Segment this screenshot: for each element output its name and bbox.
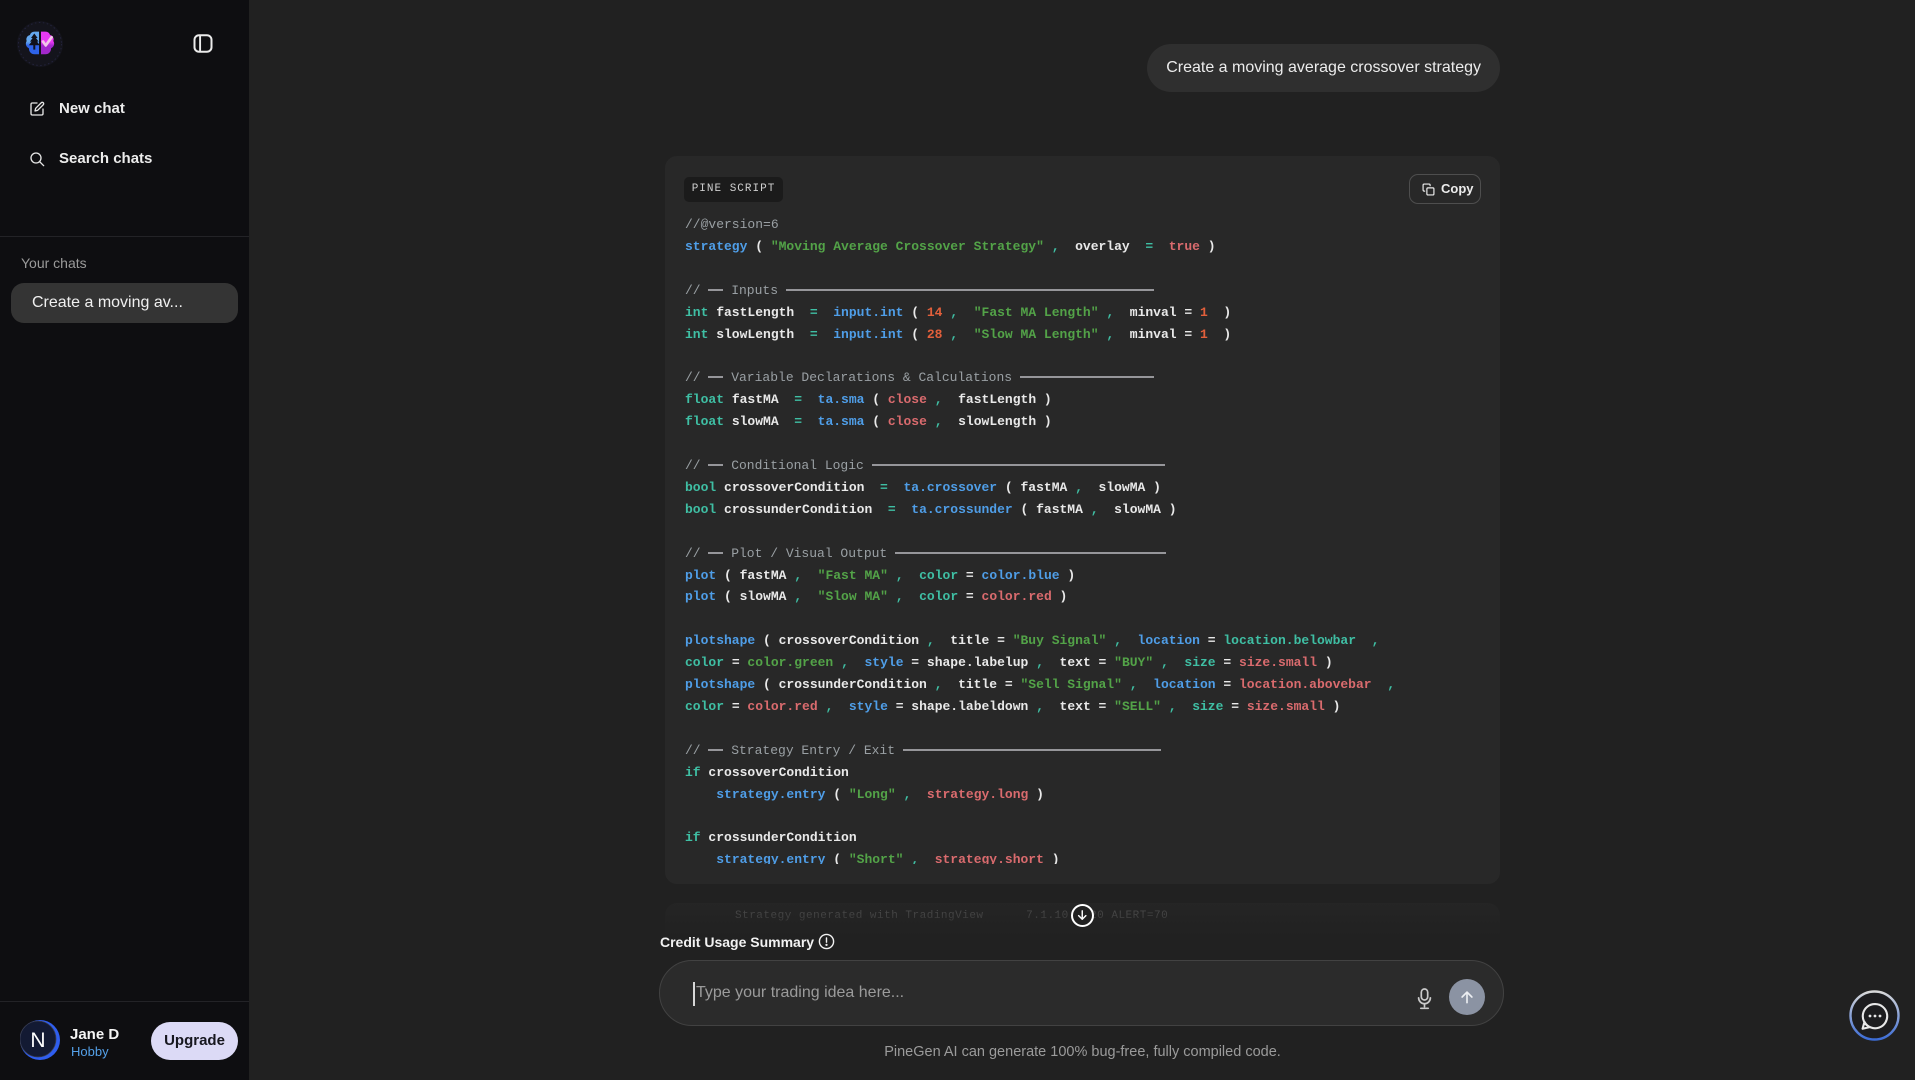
svg-text:N: N: [30, 1029, 45, 1052]
